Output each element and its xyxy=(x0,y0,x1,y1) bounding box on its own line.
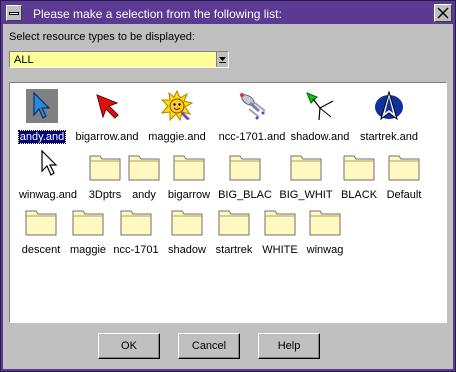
item-label: bigarrow xyxy=(167,189,211,201)
item-label: BIG_BLAC xyxy=(218,189,272,201)
folder-icon xyxy=(173,155,205,181)
item-label: startrek.and xyxy=(359,131,419,143)
list-item[interactable]: andy.and xyxy=(14,89,70,144)
list-item[interactable]: startrek.and xyxy=(354,89,424,143)
item-label: winwag xyxy=(306,244,344,256)
close-icon xyxy=(437,7,449,19)
help-button[interactable]: Help xyxy=(258,333,320,359)
item-label: andy.and xyxy=(17,130,67,144)
item-label: WHITE xyxy=(262,244,298,256)
item-label: startrek xyxy=(215,244,253,256)
folder-icon xyxy=(290,155,322,181)
andy-cursor-icon xyxy=(26,89,58,123)
folder-icon xyxy=(229,155,261,181)
selection-dialog: Please make a selection from the followi… xyxy=(0,0,456,372)
item-label: 3Dptrs xyxy=(88,189,122,201)
startrek-cursor-icon xyxy=(375,90,403,121)
item-label: winwag.and xyxy=(18,189,78,201)
list-item[interactable]: maggie.and xyxy=(142,89,212,143)
folder-icon xyxy=(218,210,250,236)
list-item[interactable]: bigarrow xyxy=(164,147,214,201)
list-item[interactable]: BIG_BLAC xyxy=(216,147,274,201)
item-label: maggie.and xyxy=(148,131,206,143)
red-arrow-cursor-icon xyxy=(96,94,119,119)
ok-button[interactable]: OK xyxy=(98,333,160,359)
maggie-cursor-icon xyxy=(160,89,194,122)
resource-type-label: Select resource types to be displayed: xyxy=(9,31,195,43)
item-label: ncc-1701.and xyxy=(218,131,286,143)
item-label: shadow xyxy=(168,244,206,256)
list-item[interactable]: shadow.and xyxy=(286,89,354,143)
folder-icon xyxy=(343,155,375,181)
folder-icon xyxy=(264,210,296,236)
shadow-cursor-icon xyxy=(306,92,334,121)
item-label: maggie xyxy=(69,244,107,256)
item-label: descent xyxy=(21,244,61,256)
list-item[interactable]: WHITE xyxy=(256,202,304,256)
list-item[interactable]: startrek xyxy=(210,202,258,256)
close-button[interactable] xyxy=(434,4,452,22)
folder-icon xyxy=(388,155,420,181)
system-menu-icon[interactable] xyxy=(6,5,22,21)
item-label: ncc-1701 xyxy=(113,244,159,256)
resource-type-value: ALL xyxy=(14,54,34,66)
list-item[interactable]: ncc-1701.and xyxy=(214,89,290,143)
item-label: shadow.and xyxy=(290,131,350,143)
title-bar[interactable]: Please make a selection from the followi… xyxy=(3,3,455,23)
list-item[interactable]: winwag.and xyxy=(14,147,82,201)
resource-list[interactable]: andy.and bigarrow.and maggie.and ncc-170… xyxy=(9,82,447,323)
combo-dropdown-button[interactable] xyxy=(216,52,228,67)
list-item[interactable]: winwag xyxy=(300,202,350,256)
cancel-button[interactable]: Cancel xyxy=(178,333,240,359)
list-item[interactable]: maggie xyxy=(66,202,110,256)
window-title: Please make a selection from the followi… xyxy=(33,7,282,21)
folder-icon xyxy=(72,210,104,236)
dialog-body: Select resource types to be displayed: A… xyxy=(3,24,453,369)
chevron-down-icon xyxy=(219,57,226,63)
item-label: Default xyxy=(386,189,422,201)
list-item[interactable]: andy xyxy=(126,147,162,201)
arrow-cursor-icon xyxy=(41,149,58,176)
folder-icon xyxy=(309,210,341,236)
list-item[interactable]: BIG_WHIT xyxy=(276,147,336,201)
starship-cursor-icon xyxy=(240,93,266,120)
list-item[interactable]: ncc-1701 xyxy=(110,202,162,256)
list-item[interactable]: descent xyxy=(14,202,68,256)
list-item[interactable]: shadow xyxy=(162,202,212,256)
list-item[interactable]: bigarrow.and xyxy=(72,89,142,143)
item-label: BIG_WHIT xyxy=(279,189,333,201)
folder-icon xyxy=(128,155,160,181)
list-item[interactable]: Default xyxy=(382,147,426,201)
folder-icon xyxy=(25,210,57,236)
item-label: andy xyxy=(132,189,156,201)
folder-icon xyxy=(89,155,121,181)
item-label: bigarrow.and xyxy=(75,131,139,143)
list-item[interactable]: 3Dptrs xyxy=(82,147,128,201)
resource-type-combo[interactable]: ALL xyxy=(9,51,229,68)
folder-icon xyxy=(120,210,152,236)
folder-icon xyxy=(171,210,203,236)
list-item[interactable]: BLACK xyxy=(336,147,382,201)
item-label: BLACK xyxy=(340,189,378,201)
